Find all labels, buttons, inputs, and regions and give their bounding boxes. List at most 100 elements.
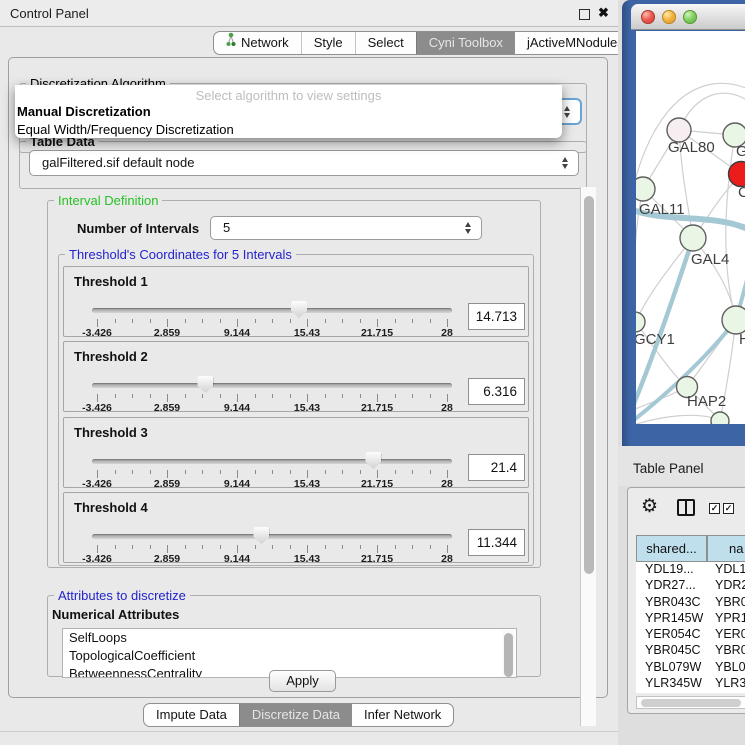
tab-label: Infer Network — [364, 704, 441, 726]
cell[interactable]: YLR345W — [636, 676, 707, 692]
close-icon[interactable]: ✖ — [598, 5, 609, 21]
zoom-traffic-light[interactable] — [683, 10, 697, 24]
tab-label: Impute Data — [156, 704, 227, 726]
slider-track[interactable] — [92, 383, 452, 388]
threshold-value-field[interactable]: 11.344 — [468, 529, 525, 556]
cell[interactable]: YIL0 — [707, 692, 745, 693]
node-gcy1[interactable] — [636, 312, 645, 332]
node-gal11[interactable] — [636, 177, 655, 201]
network-canvas[interactable]: GAL80 GA C GAL11 GAL4 GCY1 H HAP2 — [636, 31, 745, 424]
slider-handle[interactable] — [253, 527, 269, 544]
table-row[interactable]: YBL079WYBL0 — [636, 660, 745, 676]
cell[interactable]: YPR1 — [707, 611, 745, 627]
cell[interactable]: YIL052C — [636, 692, 707, 693]
threshold-2-slider[interactable]: -3.4262.8599.14415.4321.71528 — [92, 375, 452, 413]
tab-select[interactable]: Select — [355, 32, 416, 54]
tab-label: Network — [241, 32, 289, 54]
node-bottom-right[interactable] — [711, 412, 729, 424]
cell[interactable]: YER0 — [707, 627, 745, 643]
table-row[interactable]: YBR043CYBR0 — [636, 595, 745, 611]
cell[interactable]: YPR145W — [636, 611, 707, 627]
table-row[interactable]: YER054CYER0 — [636, 627, 745, 643]
column-header-shared-name[interactable]: shared... — [636, 535, 707, 562]
node-label: GAL11 — [639, 201, 685, 218]
cell[interactable]: YDR27... — [636, 578, 707, 594]
node-label: C — [738, 184, 745, 201]
slider-handle[interactable] — [365, 452, 381, 469]
threshold-1-slider[interactable]: -3.4262.8599.14415.4321.71528 — [92, 300, 452, 338]
table-row[interactable]: YIL052CYIL0 — [636, 692, 745, 693]
cell[interactable]: YLR3 — [707, 676, 745, 692]
tab-network[interactable]: Network — [214, 32, 301, 54]
scrollbar-thumb[interactable] — [641, 699, 741, 707]
threshold-value-field[interactable]: 14.713 — [468, 303, 525, 330]
close-traffic-light[interactable] — [641, 10, 655, 24]
slider-ticks — [97, 319, 447, 327]
cell[interactable]: YDR2 — [707, 578, 745, 594]
apply-button[interactable]: Apply — [269, 670, 336, 692]
threshold-4-panel: Threshold 4 -3.4262.8599.14415.4321.7152… — [63, 492, 529, 563]
slider-track[interactable] — [92, 308, 452, 313]
number-of-intervals-combobox[interactable]: 5 — [210, 216, 482, 240]
node-label: GCY1 — [636, 331, 675, 348]
threshold-label: Threshold 2 — [74, 349, 148, 364]
list-item[interactable]: SelfLoops — [63, 629, 516, 647]
number-of-intervals-label: Number of Intervals — [77, 221, 199, 236]
float-window-icon[interactable] — [579, 9, 590, 20]
control-panel: Control Panel ✖ Network Style Select Cyn… — [0, 0, 618, 745]
cell[interactable]: YDL1 — [707, 562, 745, 578]
threshold-1-panel: Threshold 1 -3.4262.8599.14415.4321.7152… — [63, 266, 529, 337]
cell[interactable]: YBR043C — [636, 595, 707, 611]
slider-track[interactable] — [92, 534, 452, 539]
node-h[interactable] — [722, 306, 745, 334]
horizontal-scrollbar[interactable] — [636, 696, 745, 709]
tab-cyni-toolbox[interactable]: Cyni Toolbox — [416, 32, 515, 54]
slider-tick-labels: -3.4262.8599.14415.4321.71528 — [97, 327, 447, 339]
tab-impute-data[interactable]: Impute Data — [144, 704, 239, 726]
table-data-combobox[interactable]: galFiltered.sif default node — [29, 150, 579, 176]
minimize-traffic-light[interactable] — [662, 10, 676, 24]
cell[interactable]: YBR045C — [636, 643, 707, 659]
checkbox-icon[interactable]: ✓ — [723, 503, 734, 514]
dropdown-option-manual[interactable]: Manual Discretization — [15, 103, 562, 121]
table-panel-title: Table Panel — [633, 461, 704, 476]
network-nodes[interactable] — [636, 118, 745, 424]
split-columns-icon[interactable] — [677, 499, 695, 516]
node-gal4[interactable] — [680, 225, 706, 251]
slider-tick-labels: -3.4262.8599.14415.4321.71528 — [97, 402, 447, 414]
numerical-attributes-label: Numerical Attributes — [52, 607, 179, 622]
cell[interactable]: YER054C — [636, 627, 707, 643]
node-label: GAL80 — [668, 139, 715, 156]
table-row[interactable]: YBR045CYBR0 — [636, 643, 745, 659]
cell[interactable]: YBR0 — [707, 643, 745, 659]
slider-handle[interactable] — [197, 376, 213, 393]
tab-label: Style — [314, 32, 343, 54]
slider-handle[interactable] — [291, 301, 307, 318]
threshold-4-slider[interactable]: -3.4262.8599.14415.4321.71528 — [92, 526, 452, 564]
cell[interactable]: YBL0 — [707, 660, 745, 676]
threshold-value-field[interactable]: 6.316 — [468, 378, 525, 405]
vertical-scrollbar[interactable] — [580, 187, 596, 726]
threshold-value-field[interactable]: 21.4 — [468, 454, 525, 481]
cell[interactable]: YBL079W — [636, 660, 707, 676]
control-panel-titlebar: Control Panel ✖ — [0, 0, 618, 27]
tab-style[interactable]: Style — [301, 32, 355, 54]
column-header-name[interactable]: na — [707, 535, 745, 562]
threshold-3-slider[interactable]: -3.4262.8599.14415.4321.71528 — [92, 451, 452, 489]
scrollbar-thumb[interactable] — [584, 196, 594, 574]
table-row[interactable]: YLR345WYLR3 — [636, 676, 745, 692]
dropdown-prompt: Select algorithm to view settings — [15, 85, 562, 103]
dropdown-option-equal-width[interactable]: Equal Width/Frequency Discretization — [15, 121, 562, 139]
gear-icon[interactable]: ⚙ — [641, 495, 658, 518]
tab-infer-network[interactable]: Infer Network — [352, 704, 453, 726]
table-row[interactable]: YPR145WYPR1 — [636, 611, 745, 627]
table-row[interactable]: YDR27...YDR2 — [636, 578, 745, 594]
checkbox-icon[interactable]: ✓ — [709, 503, 720, 514]
network-window-titlebar[interactable] — [631, 4, 745, 30]
list-item[interactable]: TopologicalCoefficient — [63, 647, 516, 665]
cell[interactable]: YDL19... — [636, 562, 707, 578]
tab-discretize-data[interactable]: Discretize Data — [239, 704, 352, 726]
table-row[interactable]: YDL19...YDL1 — [636, 562, 745, 578]
slider-track[interactable] — [92, 459, 452, 464]
cell[interactable]: YBR0 — [707, 595, 745, 611]
